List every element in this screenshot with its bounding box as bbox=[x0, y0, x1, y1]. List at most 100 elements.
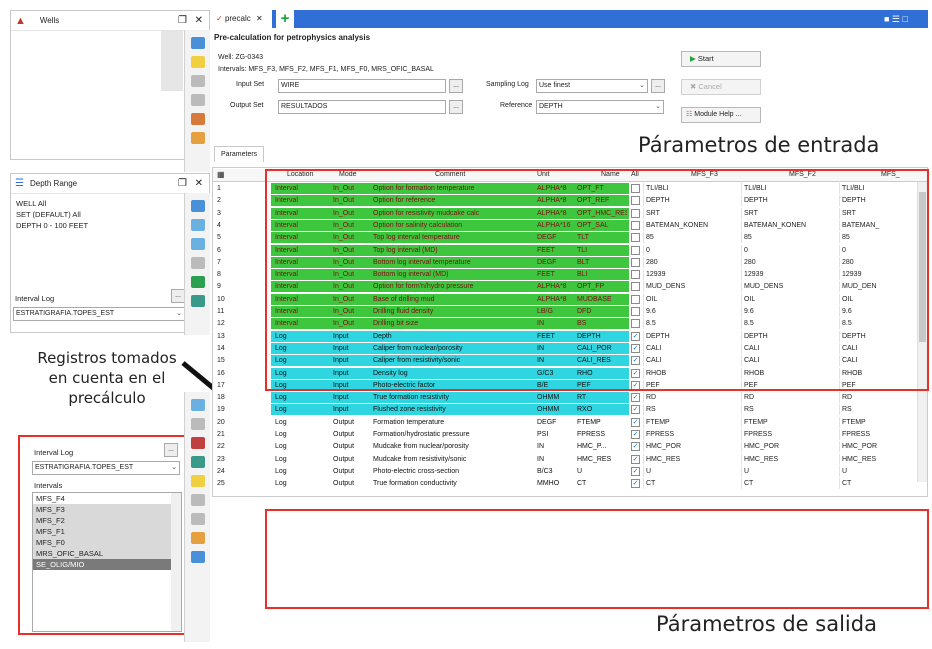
log-color-icon[interactable] bbox=[190, 276, 205, 288]
cell-comment[interactable]: Mudcake from nuclear/porosity bbox=[371, 441, 539, 452]
sort-icon[interactable] bbox=[190, 75, 205, 87]
cell-unit[interactable]: DEGF bbox=[535, 417, 575, 428]
cell-unit[interactable]: B/C3 bbox=[535, 466, 575, 477]
cell-unit[interactable]: OHMM bbox=[535, 404, 575, 415]
list-icon[interactable] bbox=[190, 513, 205, 525]
output-set-browse-button[interactable]: ... bbox=[449, 100, 463, 114]
cell-mode[interactable]: Output bbox=[331, 466, 369, 477]
tab-parameters[interactable]: Parameters bbox=[214, 146, 265, 162]
cell-value-v2[interactable]: HMC_RES bbox=[741, 453, 837, 465]
cell-value-v3[interactable]: FTEMP bbox=[839, 416, 919, 428]
cell-value-v1[interactable]: RS bbox=[643, 404, 743, 416]
sort-icon[interactable] bbox=[190, 475, 205, 487]
interval-list-item[interactable]: MFS_F1 bbox=[33, 526, 181, 537]
grid-icon[interactable] bbox=[190, 37, 205, 49]
cell-name[interactable]: FPRESS bbox=[575, 429, 627, 440]
add-alt-icon[interactable] bbox=[190, 238, 205, 250]
cell-value-v1[interactable]: FPRESS bbox=[643, 429, 743, 440]
cell-value-v2[interactable]: FTEMP bbox=[741, 416, 837, 428]
float-icon[interactable]: ❐ bbox=[178, 15, 187, 26]
table-row[interactable]: 21 Log Output Formation/hydrostatic pressur… bbox=[213, 429, 927, 440]
cell-comment[interactable]: Photo-electric cross-section bbox=[371, 466, 539, 477]
cell-mode[interactable]: Output bbox=[331, 454, 369, 465]
add-icon[interactable] bbox=[190, 219, 205, 231]
cell-loc[interactable]: Log bbox=[273, 404, 329, 415]
table-row[interactable]: 18 Log Input True formation resistivity OHMM… bbox=[213, 392, 927, 404]
cell-mode[interactable]: Input bbox=[331, 392, 369, 403]
pin-icon[interactable] bbox=[190, 532, 205, 544]
sort-alt-icon[interactable] bbox=[190, 94, 205, 106]
interval-list-item[interactable]: MFS_F3 bbox=[33, 504, 181, 515]
depth-item-set[interactable]: SET (DEFAULT) All bbox=[13, 209, 88, 220]
depth-item-depth[interactable]: DEPTH 0 - 100 FEET bbox=[13, 220, 88, 231]
cell-comment[interactable]: Mudcake from resistivity/sonic bbox=[371, 454, 539, 465]
cell-comment[interactable]: True formation conductivity bbox=[371, 478, 539, 489]
cell-loc[interactable]: Log bbox=[273, 392, 329, 403]
all-checkbox[interactable]: ✓ bbox=[631, 405, 640, 415]
window-controls[interactable]: ■ ☰ □ bbox=[884, 14, 924, 24]
sampling-log-select[interactable]: Use finest ⌄ bbox=[536, 79, 648, 93]
table-row[interactable]: 20 Log Output Formation temperature DEGF FTEM… bbox=[213, 416, 927, 428]
cell-value-v3[interactable]: FPRESS bbox=[839, 429, 919, 440]
cell-value-v2[interactable]: HMC_POR bbox=[741, 441, 837, 453]
delete-icon[interactable] bbox=[190, 257, 205, 269]
cell-unit[interactable]: MMHO bbox=[535, 478, 575, 489]
interval-list-item[interactable]: MFS_F2 bbox=[33, 515, 181, 526]
interval-list-item[interactable]: MFS_F0 bbox=[33, 537, 181, 548]
interval-list-item[interactable]: MRS_OFIC_BASAL bbox=[33, 548, 181, 559]
cell-name[interactable]: CT bbox=[575, 478, 627, 489]
cell-loc[interactable]: Log bbox=[273, 417, 329, 428]
table-row[interactable]: 23 Log Output Mudcake from resistivity/soni… bbox=[213, 453, 927, 465]
cell-value-v3[interactable]: HMC_RES bbox=[839, 453, 919, 465]
cell-comment[interactable]: True formation resistivity bbox=[371, 392, 539, 403]
table-icon[interactable] bbox=[190, 551, 205, 563]
all-checkbox[interactable]: ✓ bbox=[631, 454, 640, 464]
list-icon[interactable] bbox=[190, 56, 205, 68]
output-set-field[interactable]: RESULTADOS bbox=[278, 100, 446, 114]
float-icon[interactable]: ❐ bbox=[178, 178, 187, 189]
cell-value-v2[interactable]: FPRESS bbox=[741, 429, 837, 440]
cell-mode[interactable]: Output bbox=[331, 478, 369, 489]
grid-icon[interactable] bbox=[190, 200, 205, 212]
cell-value-v1[interactable]: FTEMP bbox=[643, 416, 743, 428]
cell-unit[interactable]: OHMM bbox=[535, 392, 575, 403]
cell-comment[interactable]: Formation/hydrostatic pressure bbox=[371, 429, 539, 440]
close-icon[interactable]: ✕ bbox=[195, 15, 203, 26]
cell-value-v1[interactable]: HMC_POR bbox=[643, 441, 743, 453]
cell-value-v2[interactable]: CT bbox=[741, 478, 837, 490]
cell-value-v1[interactable]: U bbox=[643, 465, 743, 477]
table-row[interactable]: 25 Log Output True formation conductivity MM… bbox=[213, 478, 927, 490]
cell-loc[interactable]: Log bbox=[273, 441, 329, 452]
cell-unit[interactable]: IN bbox=[535, 454, 575, 465]
all-checkbox[interactable]: ✓ bbox=[631, 393, 640, 403]
cell-mode[interactable]: Output bbox=[331, 429, 369, 440]
all-checkbox[interactable]: ✓ bbox=[631, 430, 640, 439]
interval-log-select-2[interactable]: ESTRATIGRAFIA.TOPES_EST ⌄ bbox=[32, 461, 180, 475]
interval-list-item[interactable]: SE_OLIG/MIO bbox=[33, 559, 181, 570]
cell-value-v1[interactable]: CT bbox=[643, 478, 743, 490]
cell-mode[interactable]: Input bbox=[331, 404, 369, 415]
all-checkbox[interactable]: ✓ bbox=[631, 479, 640, 489]
cell-loc[interactable]: Log bbox=[273, 466, 329, 477]
cell-name[interactable]: RT bbox=[575, 392, 627, 403]
cell-loc[interactable]: Log bbox=[273, 454, 329, 465]
cell-value-v3[interactable]: RS bbox=[839, 404, 919, 416]
interval-list-item[interactable]: MFS_F4 bbox=[33, 493, 181, 504]
table-row[interactable]: 22 Log Output Mudcake from nuclear/porosity… bbox=[213, 441, 927, 453]
start-button[interactable]: ▶ Start bbox=[681, 51, 761, 67]
cell-value-v2[interactable]: U bbox=[741, 465, 837, 477]
cell-value-v3[interactable]: RD bbox=[839, 392, 919, 404]
cell-mode[interactable]: Output bbox=[331, 417, 369, 428]
cell-unit[interactable]: IN bbox=[535, 441, 575, 452]
cell-value-v1[interactable]: RD bbox=[643, 392, 743, 404]
cell-comment[interactable]: Flushed zone resistivity bbox=[371, 404, 539, 415]
cell-unit[interactable]: PSI bbox=[535, 429, 575, 440]
table-row[interactable]: 24 Log Output Photo-electric cross-section B… bbox=[213, 465, 927, 477]
cancel-button[interactable]: ✖ Cancel bbox=[681, 79, 761, 95]
cell-value-v1[interactable]: HMC_RES bbox=[643, 453, 743, 465]
cell-name[interactable]: FTEMP bbox=[575, 417, 627, 428]
close-icon[interactable]: ✕ bbox=[256, 14, 263, 23]
log-alt-icon[interactable] bbox=[190, 295, 205, 307]
new-tab-icon[interactable]: + bbox=[276, 10, 294, 28]
interval-log-browse-button[interactable]: ... bbox=[171, 289, 185, 303]
